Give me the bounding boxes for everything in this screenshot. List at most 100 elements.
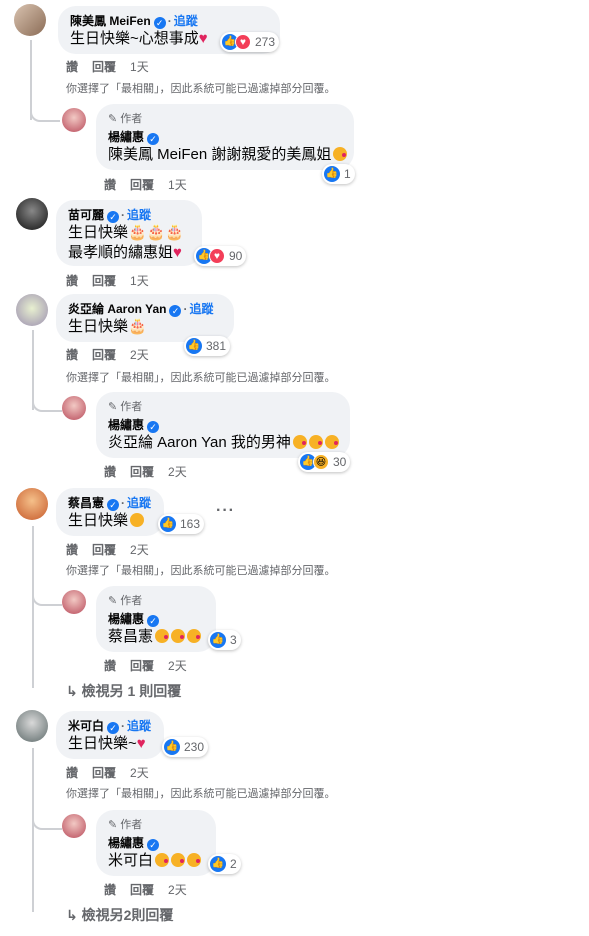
like-button[interactable]: 讚 <box>66 348 78 362</box>
heart-emoji-icon: ♥ <box>198 30 208 47</box>
timestamp[interactable]: 2天 <box>130 348 149 362</box>
like-button[interactable]: 讚 <box>66 766 78 780</box>
reply-button[interactable]: 回覆 <box>92 348 116 362</box>
reply-author-name[interactable]: 楊繡惠 <box>108 612 144 626</box>
avatar-tsai-chang-hsien[interactable] <box>16 488 48 520</box>
comment-author-name[interactable]: 米可白 <box>68 719 104 733</box>
heart-emoji-icon: ♥ <box>136 735 146 752</box>
reaction-summary[interactable]: 👍 ♥ 90 <box>194 246 247 266</box>
reaction-count: 30 <box>333 455 347 469</box>
thread-connector <box>32 584 62 606</box>
reply-button[interactable]: 回覆 <box>130 883 154 897</box>
avatar-author[interactable] <box>62 590 86 614</box>
follow-button[interactable]: 追蹤 <box>127 719 151 733</box>
love-reaction-icon: ♥ <box>209 248 225 264</box>
reply-author-name[interactable]: 楊繡惠 <box>108 418 144 432</box>
reaction-summary[interactable]: 👍 2 <box>208 854 241 874</box>
like-button[interactable]: 讚 <box>104 659 116 673</box>
reply-actions: 讚回覆 2天 <box>104 657 201 674</box>
filter-note: 你選擇了「最相關」，因此系統可能已過濾掉部分回覆。 <box>66 788 336 800</box>
like-reaction-icon: 👍 <box>186 338 202 354</box>
comment-author-name[interactable]: 蔡昌憲 <box>68 496 104 510</box>
reaction-summary[interactable]: 👍 163 <box>158 514 205 534</box>
view-more-replies-link[interactable]: ↳ 檢視另2則回覆 <box>66 905 173 925</box>
avatar-meifen[interactable] <box>14 4 46 36</box>
kiss-emoji-icon <box>155 629 170 643</box>
kiss-emoji-icon <box>308 435 323 449</box>
like-button[interactable]: 讚 <box>66 543 78 557</box>
filter-note: 你選擇了「最相關」，因此系統可能已過濾掉部分回覆。 <box>66 372 336 384</box>
comment-text: 生日快樂~心想事成 <box>70 30 199 47</box>
reply-button[interactable]: 回覆 <box>92 766 116 780</box>
reply-text: 米可白 <box>108 852 154 869</box>
follow-button[interactable]: 追蹤 <box>174 14 198 28</box>
author-tag: 作者 <box>120 401 143 413</box>
reply-text: 蔡昌憲 <box>108 628 154 645</box>
follow-button[interactable]: 追蹤 <box>127 496 151 510</box>
comment-text-line1: 生日快樂 <box>68 224 129 241</box>
reaction-summary[interactable]: 👍 3 <box>208 630 241 650</box>
comment-actions: 讚回覆 2天 <box>66 541 163 558</box>
reply-button[interactable]: 回覆 <box>130 465 154 479</box>
avatar-mi-ke-bai[interactable] <box>16 710 48 742</box>
verified-badge-icon: ✓ <box>147 615 160 627</box>
filter-note: 你選擇了「最相關」，因此系統可能已過濾掉部分回覆。 <box>66 83 336 95</box>
comment-text: 生日快樂 <box>68 318 129 335</box>
haha-reaction-icon: 😆 <box>313 454 329 470</box>
reply-actions: 讚回覆 2天 <box>104 881 201 898</box>
view-more-replies-label: 檢視另2則回覆 <box>81 907 174 923</box>
verified-badge-icon: ✓ <box>147 839 160 851</box>
like-button[interactable]: 讚 <box>66 274 78 288</box>
timestamp[interactable]: 2天 <box>130 543 149 557</box>
reply-button[interactable]: 回覆 <box>130 178 154 192</box>
reaction-summary[interactable]: 👍 230 <box>162 737 209 757</box>
reply-actions: 讚回覆 2天 <box>104 463 201 480</box>
reply-author-name[interactable]: 楊繡惠 <box>108 130 144 144</box>
timestamp[interactable]: 1天 <box>168 178 187 192</box>
view-more-replies-link[interactable]: ↳ 檢視另 1 則回覆 <box>66 681 181 701</box>
more-options-icon[interactable]: ··· <box>216 502 235 520</box>
reply-button[interactable]: 回覆 <box>130 659 154 673</box>
reaction-summary[interactable]: 👍 381 <box>184 336 231 356</box>
avatar-author[interactable] <box>62 396 86 420</box>
reply-text: 陳美鳳 MeiFen 謝謝親愛的美鳳姐 <box>108 146 332 163</box>
reply-bubble: ✎ 作者 楊繡惠 ✓ 炎亞綸 Aaron Yan 我的男神 <box>96 392 350 458</box>
like-button[interactable]: 讚 <box>104 883 116 897</box>
timestamp[interactable]: 2天 <box>168 465 187 479</box>
reply-button[interactable]: 回覆 <box>92 274 116 288</box>
avatar-aaron-yan[interactable] <box>16 294 48 326</box>
timestamp[interactable]: 1天 <box>130 60 149 74</box>
thread-line <box>32 526 34 688</box>
comment-author-name[interactable]: 陳美鳳 MeiFen <box>70 14 151 28</box>
reply-button[interactable]: 回覆 <box>92 60 116 74</box>
comment-author-name[interactable]: 炎亞綸 Aaron Yan <box>68 302 166 316</box>
reaction-summary[interactable]: 👍 😆 30 <box>298 452 351 472</box>
like-button[interactable]: 讚 <box>104 465 116 479</box>
timestamp[interactable]: 2天 <box>168 883 187 897</box>
comment-author-name[interactable]: 苗可麗 <box>68 208 104 222</box>
timestamp[interactable]: 2天 <box>130 766 149 780</box>
author-tag: 作者 <box>120 595 143 607</box>
reply-author-name[interactable]: 楊繡惠 <box>108 836 144 850</box>
avatar-author[interactable] <box>62 108 86 132</box>
timestamp[interactable]: 1天 <box>130 274 149 288</box>
like-button[interactable]: 讚 <box>104 178 116 192</box>
kiss-emoji-icon <box>324 435 339 449</box>
reply-bubble: ✎ 作者 楊繡惠 ✓ 米可白 <box>96 810 216 876</box>
kiss-emoji-icon <box>187 629 202 643</box>
avatar-author[interactable] <box>62 814 86 838</box>
timestamp[interactable]: 2天 <box>168 659 187 673</box>
like-button[interactable]: 讚 <box>66 60 78 74</box>
kiss-emoji-icon <box>333 147 348 161</box>
reaction-summary[interactable]: 👍 1 <box>322 164 355 184</box>
pen-icon: ✎ <box>108 113 118 125</box>
follow-button[interactable]: 追蹤 <box>127 208 151 222</box>
comment-bubble: 苗可麗 ✓ · 追蹤 生日快樂🎂🎂🎂 最孝順的繡惠姐♥ <box>56 200 202 266</box>
avatar-miaokeli[interactable] <box>16 198 48 230</box>
reaction-summary[interactable]: 👍 ♥ 273 <box>220 32 280 52</box>
like-reaction-icon: 👍 <box>210 856 226 872</box>
reply-button[interactable]: 回覆 <box>92 543 116 557</box>
follow-button[interactable]: 追蹤 <box>189 302 213 316</box>
verified-badge-icon: ✓ <box>107 499 120 511</box>
kiss-emoji-icon <box>187 853 202 867</box>
